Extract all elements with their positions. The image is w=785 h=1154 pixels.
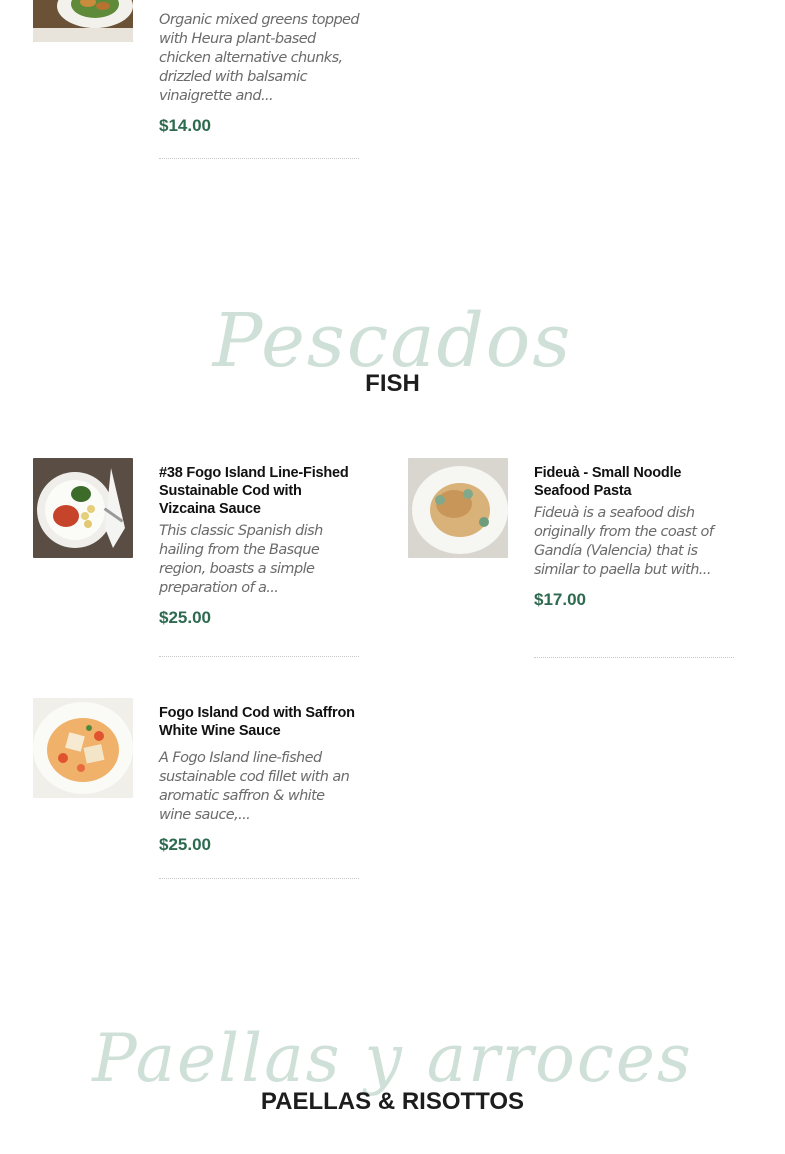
fogo-cod-saffron-image[interactable]	[33, 698, 133, 798]
item-description: Fideuà is a seafood dish originally from…	[534, 505, 714, 578]
fideua-image[interactable]	[408, 458, 508, 558]
fogo-cod-vizcaina-image[interactable]	[33, 458, 133, 558]
item-name[interactable]: Fideuà - Small Noodle Seafood Pasta	[534, 464, 734, 500]
section-title-fish: FISH	[365, 370, 420, 397]
item-description: Organic mixed greens topped with Heura p…	[159, 12, 360, 104]
fogo-cod-saffron-info: Fogo Island Cod with Saffron White Wine …	[159, 698, 359, 855]
item-divider	[159, 656, 359, 657]
item-price: $25.00	[159, 608, 211, 627]
item-divider	[534, 657, 734, 658]
section-title-paellas: PAELLAS & RISOTTOS	[260, 1088, 525, 1115]
fogo-cod-vizcaina-info: #38 Fogo Island Line-Fished Sustainable …	[159, 458, 359, 628]
item-description: A Fogo Island line-fished sustainable co…	[159, 750, 350, 823]
item-divider	[159, 158, 359, 159]
salad-info: Organic mixed greens topped with Heura p…	[159, 11, 360, 136]
item-price: $25.00	[159, 835, 211, 854]
fideua-info: Fideuà - Small Noodle Seafood Pasta Fide…	[534, 458, 734, 610]
item-divider	[159, 878, 359, 879]
item-price: $17.00	[534, 590, 586, 609]
item-name[interactable]: #38 Fogo Island Line-Fished Sustainable …	[159, 464, 359, 518]
salad-image[interactable]	[33, 0, 133, 42]
item-description: This classic Spanish dish hailing from t…	[159, 523, 323, 596]
item-price: $14.00	[159, 116, 211, 135]
item-name[interactable]: Fogo Island Cod with Saffron White Wine …	[159, 704, 359, 740]
